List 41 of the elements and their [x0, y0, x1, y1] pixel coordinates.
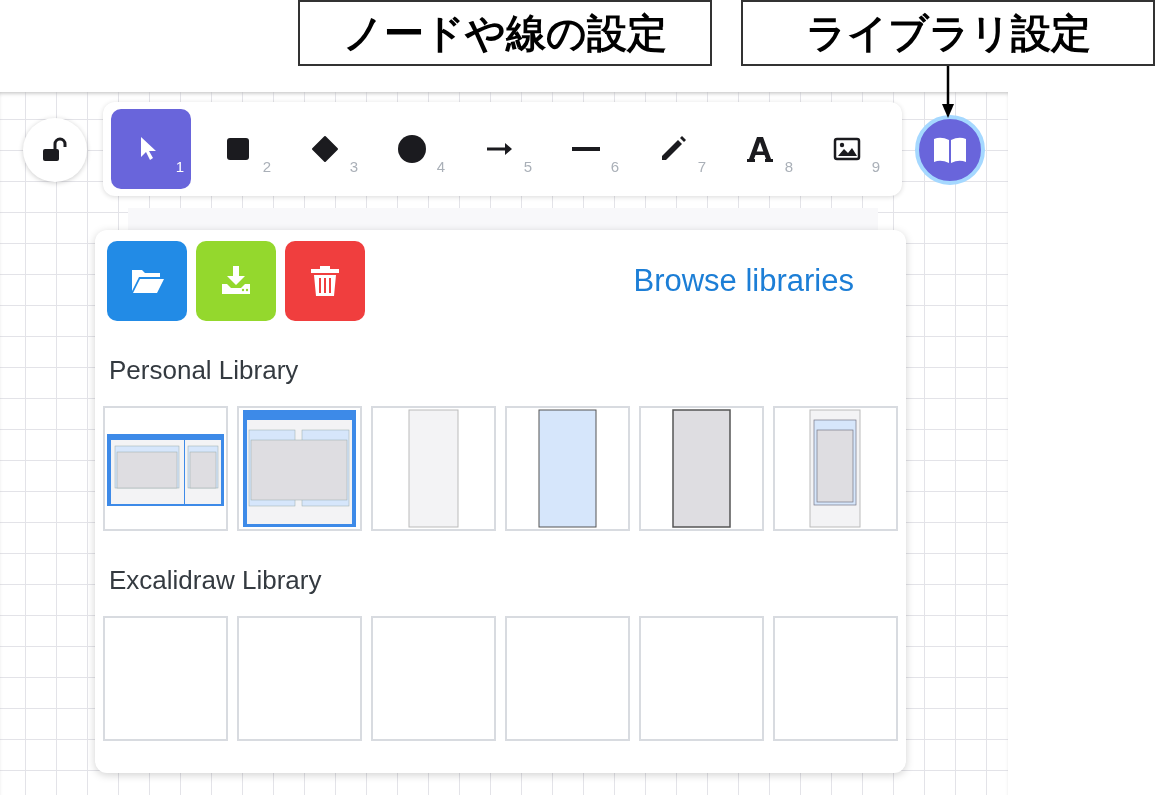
empty-library-slot[interactable] [505, 616, 630, 741]
tool-button[interactable]: 6 [546, 109, 626, 189]
tool-button[interactable]: 1 [111, 109, 191, 189]
shortcut-number: 6 [610, 158, 619, 175]
unlocked-padlock-icon [42, 137, 68, 163]
shortcut-number: 1 [175, 158, 184, 175]
open-button[interactable] [107, 241, 187, 321]
delete-button[interactable] [285, 241, 365, 321]
tool-button[interactable]: 9 [807, 109, 887, 189]
tool-button[interactable]: 8 [720, 109, 800, 189]
empty-library-slot[interactable] [371, 616, 496, 741]
annotation-label: ノードや線の設定 [298, 0, 712, 66]
book-icon [933, 136, 967, 164]
tool-button[interactable]: 3 [285, 109, 365, 189]
browse-libraries-link[interactable]: Browse libraries [633, 263, 854, 299]
annotation-label: ライブラリ設定 [741, 0, 1155, 66]
shortcut-number: 4 [436, 158, 445, 175]
shortcut-number: 8 [784, 158, 793, 175]
empty-library-slot[interactable] [103, 616, 228, 741]
image-icon [833, 135, 861, 163]
section-title: Excalidraw Library [108, 565, 323, 596]
empty-library-slot[interactable] [639, 616, 764, 741]
download-button[interactable] [196, 241, 276, 321]
circle-icon [398, 135, 426, 163]
empty-library-slot[interactable] [237, 616, 362, 741]
shortcut-number: 2 [262, 158, 271, 175]
tool-button[interactable]: 2 [198, 109, 278, 189]
section-title: Personal Library [108, 355, 300, 386]
shortcut-number: 5 [523, 158, 532, 175]
tool-button[interactable]: 7 [633, 109, 713, 189]
shortcut-number: 9 [871, 158, 880, 175]
letter-icon [746, 135, 774, 163]
tool-button[interactable]: 4 [372, 109, 452, 189]
square-icon [224, 135, 252, 163]
trash-icon [308, 264, 342, 298]
diamond-icon [311, 135, 339, 163]
shortcut-number: 7 [697, 158, 706, 175]
tool-button[interactable]: 5 [459, 109, 539, 189]
empty-library-slot[interactable] [773, 616, 898, 741]
shortcut-number: 3 [349, 158, 358, 175]
pencil-icon [659, 135, 687, 163]
